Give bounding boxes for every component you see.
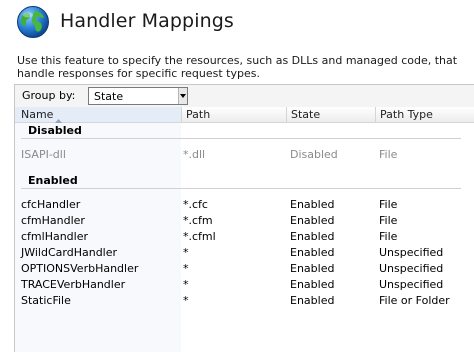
row-state: Disabled [290,148,338,161]
row-name: cfmHandler [21,214,85,227]
table-row[interactable]: cfmlHandler *.cfml Enabled File [15,229,474,245]
row-path-type: File [379,214,398,227]
groupby-toolbar: Group by: State [15,85,474,107]
row-name: cfmlHandler [21,230,89,243]
globe-icon [16,5,50,39]
row-name: TRACEVerbHandler [21,278,126,291]
row-path: *.dll [183,148,206,161]
group-divider [21,188,461,189]
row-path: *.cfml [183,230,216,243]
group-header-label: Disabled [28,124,82,137]
row-name: JWildCardHandler [21,246,118,259]
row-path: * [183,278,189,291]
row-name: OPTIONSVerbHandler [21,262,139,275]
table-row[interactable]: cfcHandler *.cfc Enabled File [15,197,474,213]
chevron-down-icon[interactable] [178,88,187,104]
row-state: Enabled [290,198,335,211]
table-row[interactable]: ISAPI-dll *.dll Disabled File [15,147,474,163]
row-state: Enabled [290,230,335,243]
column-header-row: Name Path State Path Type [15,107,474,123]
group-header-enabled[interactable]: Enabled [15,173,474,189]
feature-description: Use this feature to specify the resource… [17,54,458,80]
column-header-name[interactable]: Name [15,107,181,123]
handler-list-panel: Group by: State Name Path State Path Typ… [14,84,474,352]
row-path-type: File [379,198,398,211]
column-header-path[interactable]: Path [181,107,286,122]
group-divider [21,138,461,139]
row-path: * [183,262,189,275]
row-path-type: Unspecified [379,262,444,275]
table-row[interactable]: cfmHandler *.cfm Enabled File [15,213,474,229]
row-path-type: Unspecified [379,246,444,259]
column-header-path-label: Path [186,108,211,121]
column-header-path-type-label: Path Type [380,108,433,121]
row-path-type: File [379,148,398,161]
row-state: Enabled [290,262,335,275]
row-path: *.cfm [183,214,213,227]
column-header-state[interactable]: State [286,107,375,122]
row-path: * [183,246,189,259]
row-path-type: File [379,230,398,243]
page-header: Handler Mappings [0,0,474,50]
table-row[interactable]: TRACEVerbHandler * Enabled Unspecified [15,277,474,293]
groupby-dropdown[interactable]: State [88,87,188,105]
row-path-type: Unspecified [379,278,444,291]
row-path: *.cfc [183,198,208,211]
column-header-name-label: Name [21,108,54,121]
table-row[interactable]: OPTIONSVerbHandler * Enabled Unspecified [15,261,474,277]
row-path: * [183,294,189,307]
table-row[interactable]: StaticFile * Enabled File or Folder [15,293,474,309]
groupby-selected-value: State [94,90,124,103]
row-name: ISAPI-dll [21,148,66,161]
column-header-state-label: State [291,108,321,121]
page-title: Handler Mappings [60,10,234,32]
row-name: StaticFile [21,294,71,307]
row-state: Enabled [290,246,335,259]
row-state: Enabled [290,278,335,291]
table-row[interactable]: JWildCardHandler * Enabled Unspecified [15,245,474,261]
group-header-label: Enabled [28,174,78,187]
row-state: Enabled [290,294,335,307]
row-state: Enabled [290,214,335,227]
column-header-path-type[interactable]: Path Type [375,107,474,122]
group-header-disabled[interactable]: Disabled [15,123,474,139]
groupby-label: Group by: [22,89,76,102]
row-path-type: File or Folder [379,294,450,307]
row-name: cfcHandler [21,198,81,211]
